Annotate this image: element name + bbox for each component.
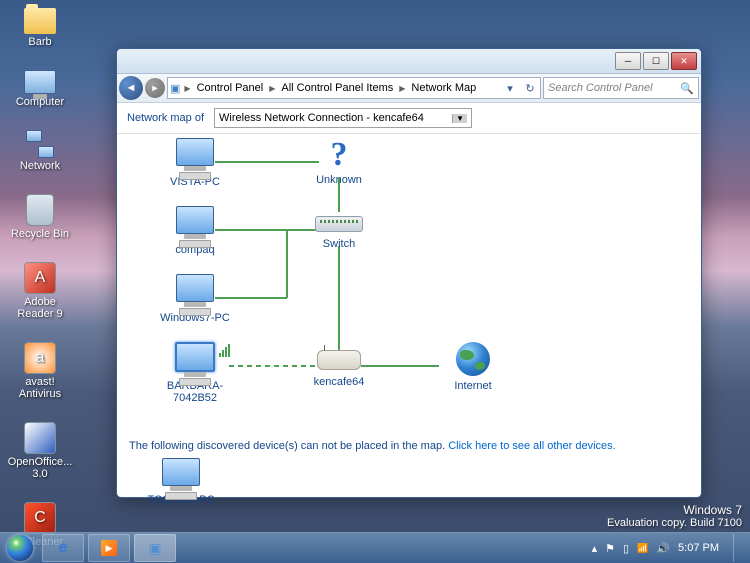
computer-icon [174, 274, 216, 310]
node-compaq[interactable]: compaq [145, 206, 245, 256]
desktop-icon-network[interactable]: Network [8, 130, 72, 172]
desktop-icon-recycle[interactable]: Recycle Bin [8, 194, 72, 240]
media-player-icon: ▶ [101, 540, 117, 556]
folder-icon [24, 8, 56, 34]
volume-icon[interactable]: 🔊 [656, 542, 670, 555]
computer-icon [174, 342, 216, 378]
nav-toolbar: ◄ ► ▣ ▶ Control Panel ▶ All Control Pane… [117, 74, 701, 103]
taskbar-media[interactable]: ▶ [88, 534, 130, 562]
breadcrumb-network-map[interactable]: Network Map [409, 81, 478, 95]
address-bar[interactable]: ▣ ▶ Control Panel ▶ All Control Panel It… [167, 77, 541, 99]
ie-icon: e [59, 539, 68, 557]
computer-icon [160, 458, 202, 494]
node-switch[interactable]: Switch [289, 206, 389, 250]
taskbar[interactable]: e ▶ ▣ ▴ ⚑ ▯ 📶 🔊 5:07 PM [0, 532, 750, 563]
forward-button[interactable]: ► [145, 78, 165, 98]
network-icon [26, 130, 54, 158]
control-panel-icon: ▣ [170, 82, 180, 95]
network-tray-icon[interactable]: 📶 [637, 543, 648, 554]
start-button[interactable] [2, 534, 38, 562]
taskbar-ie[interactable]: e [42, 534, 84, 562]
back-button[interactable]: ◄ [119, 76, 143, 100]
network-map-canvas: VISTA-PC ? Unknown compaq Switch Windows… [127, 134, 701, 434]
recycle-bin-icon [26, 194, 54, 226]
system-tray: ▴ ⚑ ▯ 📶 🔊 5:07 PM [592, 534, 748, 562]
dropdown-value: Wireless Network Connection - kencafe64 [219, 112, 424, 124]
node-this-pc[interactable]: BARBARA-7042B52 [145, 342, 245, 404]
breadcrumb-control-panel[interactable]: Control Panel [195, 81, 266, 95]
chevron-down-icon: ▼ [452, 114, 467, 123]
computer-icon [174, 138, 216, 174]
power-icon[interactable]: ▯ [623, 542, 629, 555]
openoffice-icon [24, 422, 56, 454]
desktop-icon-avast[interactable]: aavast! Antivirus [8, 342, 72, 400]
search-placeholder: Search Control Panel [548, 82, 653, 94]
refresh-button[interactable]: ↻ [522, 82, 538, 95]
chevron-right-icon: ▶ [269, 84, 275, 93]
network-map-window: ─ ☐ ✕ ◄ ► ▣ ▶ Control Panel ▶ All Contro… [116, 48, 702, 498]
taskbar-control-panel[interactable]: ▣ [134, 534, 176, 562]
windows-orb-icon [7, 535, 33, 561]
node-vista-pc[interactable]: VISTA-PC [145, 138, 245, 188]
clock[interactable]: 5:07 PM [678, 542, 719, 554]
chevron-right-icon: ▶ [399, 84, 405, 93]
switch-icon [315, 216, 363, 232]
footer: The following discovered device(s) can n… [117, 434, 701, 512]
desktop-icon-openoffice[interactable]: OpenOffice... 3.0 [8, 422, 72, 480]
maximize-button[interactable]: ☐ [643, 52, 669, 70]
desktop-icon-user[interactable]: Barb [8, 8, 72, 48]
minimize-button[interactable]: ─ [615, 52, 641, 70]
map-of-label: Network map of [127, 112, 204, 124]
wifi-signal-icon [219, 344, 230, 357]
unplaced-device[interactable]: TOSHIBA-PC [141, 458, 221, 506]
question-mark-icon: ? [329, 138, 349, 172]
titlebar[interactable]: ─ ☐ ✕ [117, 49, 701, 74]
desktop-icon-computer[interactable]: Computer [8, 70, 72, 108]
connection-dropdown[interactable]: Wireless Network Connection - kencafe64 … [214, 108, 472, 128]
computer-icon [174, 206, 216, 242]
ccleaner-icon: C [24, 502, 56, 534]
breadcrumb-all-items[interactable]: All Control Panel Items [279, 81, 395, 95]
flag-icon[interactable]: ⚑ [605, 542, 615, 555]
computer-icon [24, 70, 56, 94]
avast-icon: a [24, 342, 56, 374]
chevron-right-icon: ▶ [184, 84, 190, 93]
footer-message: The following discovered device(s) can n… [129, 440, 448, 452]
show-desktop-button[interactable] [733, 534, 744, 562]
globe-icon [456, 342, 490, 376]
address-dropdown-button[interactable]: ▾ [502, 82, 518, 95]
search-box[interactable]: Search Control Panel 🔍 [543, 77, 699, 99]
watermark: Windows 7 Evaluation copy. Build 7100 [607, 503, 742, 529]
node-windows7-pc[interactable]: Windows7-PC [145, 274, 245, 324]
node-unknown[interactable]: ? Unknown [289, 138, 389, 186]
close-button[interactable]: ✕ [671, 52, 697, 70]
desktop-icon-adobe[interactable]: AAdobe Reader 9 [8, 262, 72, 320]
see-all-devices-link[interactable]: Click here to see all other devices. [448, 440, 616, 452]
node-internet[interactable]: Internet [423, 342, 523, 392]
router-icon [317, 350, 361, 370]
tray-expand-icon[interactable]: ▴ [592, 542, 598, 555]
map-toolbar: Network map of Wireless Network Connecti… [117, 103, 701, 134]
search-icon: 🔍 [680, 82, 694, 95]
control-panel-icon: ▣ [148, 540, 161, 557]
node-router[interactable]: kencafe64 [289, 342, 389, 388]
adobe-icon: A [24, 262, 56, 294]
